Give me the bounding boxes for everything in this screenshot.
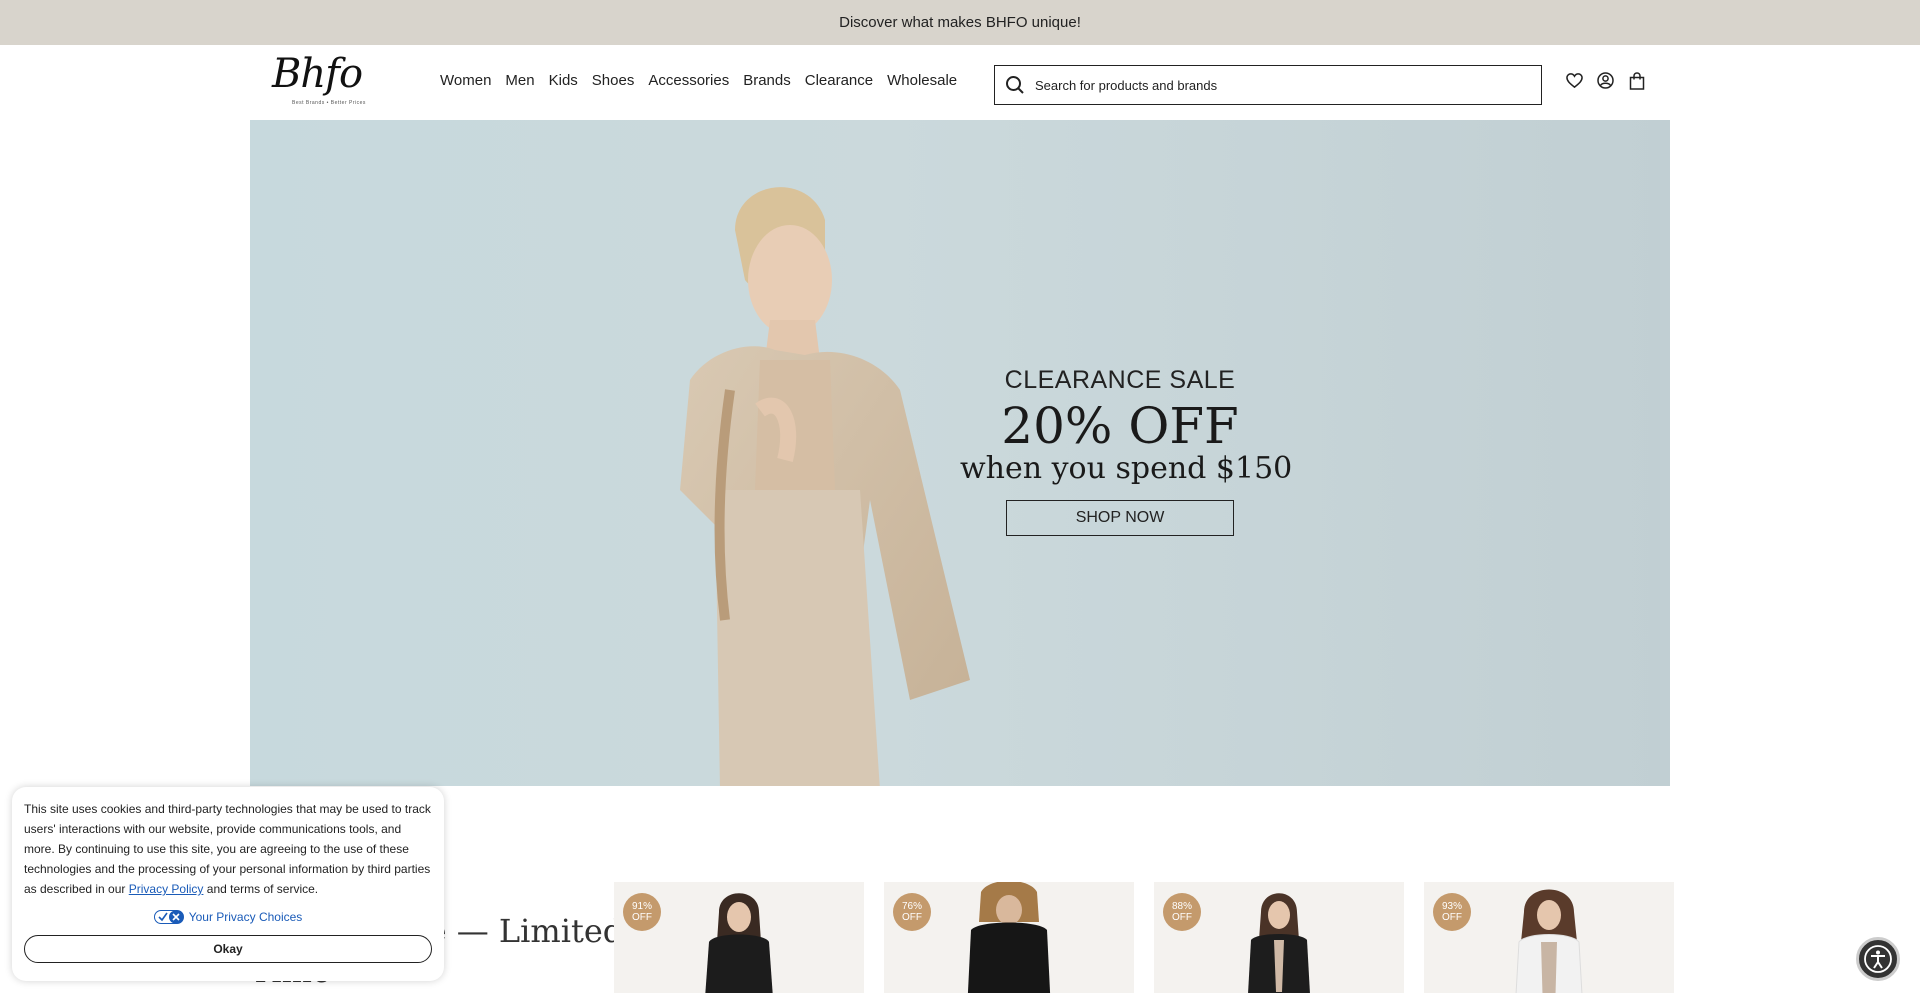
- privacy-toggle-icon: [153, 910, 184, 924]
- heart-icon[interactable]: [1566, 72, 1583, 89]
- search-icon[interactable]: [995, 75, 1035, 95]
- privacy-policy-link[interactable]: Privacy Policy: [129, 882, 204, 896]
- hero-kicker: CLEARANCE SALE: [1004, 366, 1236, 394]
- nav-item-shoes[interactable]: Shoes: [592, 72, 635, 89]
- announcement-text: Discover what makes BHFO unique!: [839, 14, 1081, 31]
- nav-item-men[interactable]: Men: [505, 72, 534, 89]
- logo-tagline: Best Brands • Better Prices: [292, 100, 366, 106]
- product-card[interactable]: 76% OFF: [884, 882, 1134, 993]
- nav-item-brands[interactable]: Brands: [743, 72, 791, 89]
- discount-badge: 91% OFF: [623, 893, 661, 931]
- product-image: [1248, 893, 1310, 993]
- discount-badge: 88% OFF: [1163, 893, 1201, 931]
- product-image: [705, 893, 773, 993]
- shop-now-button[interactable]: SHOP NOW: [1006, 500, 1234, 536]
- user-icon[interactable]: [1597, 72, 1614, 89]
- main-nav: Women Men Kids Shoes Accessories Brands …: [440, 72, 957, 89]
- search-input[interactable]: [1035, 77, 1515, 93]
- privacy-choices-label: Your Privacy Choices: [188, 910, 303, 924]
- hero-banner[interactable]: CLEARANCE SALE 20% OFF when you spend $1…: [250, 120, 1670, 786]
- accessibility-icon: [1864, 945, 1892, 973]
- accessibility-button[interactable]: [1856, 937, 1900, 981]
- logo-wordmark: Bhfo: [272, 51, 363, 97]
- nav-item-accessories[interactable]: Accessories: [648, 72, 729, 89]
- nav-item-wholesale[interactable]: Wholesale: [887, 72, 957, 89]
- okay-button[interactable]: Okay: [24, 935, 432, 963]
- product-card[interactable]: 88% OFF: [1154, 882, 1404, 993]
- privacy-choices-link[interactable]: Your Privacy Choices: [24, 907, 432, 927]
- site-header: Bhfo Best Brands • Better Prices Women M…: [0, 45, 1920, 120]
- nav-item-kids[interactable]: Kids: [549, 72, 578, 89]
- nav-item-clearance[interactable]: Clearance: [805, 72, 873, 89]
- product-image: [967, 882, 1051, 993]
- bag-icon[interactable]: [1628, 71, 1645, 90]
- hero-text-block: CLEARANCE SALE 20% OFF when you spend $1…: [960, 366, 1293, 536]
- product-card[interactable]: 91% OFF: [614, 882, 864, 993]
- nav-item-women[interactable]: Women: [440, 72, 491, 89]
- product-row: 91% OFF 76% OFF 88% OFF 93% OFF: [614, 882, 1674, 993]
- search-bar: [994, 65, 1542, 105]
- product-card[interactable]: 93% OFF: [1424, 882, 1674, 993]
- header-icons: [1566, 71, 1645, 90]
- cookie-text: This site uses cookies and third-party t…: [24, 802, 431, 896]
- product-image: [1515, 889, 1583, 993]
- announcement-bar: Discover what makes BHFO unique!: [0, 0, 1920, 45]
- discount-badge: 76% OFF: [893, 893, 931, 931]
- hero-headline: 20% OFF: [1001, 397, 1239, 455]
- hero-subline: when you spend $150: [960, 451, 1293, 486]
- cookie-banner: This site uses cookies and third-party t…: [12, 787, 444, 981]
- discount-badge: 93% OFF: [1433, 893, 1471, 931]
- logo[interactable]: Bhfo Best Brands • Better Prices: [270, 51, 366, 111]
